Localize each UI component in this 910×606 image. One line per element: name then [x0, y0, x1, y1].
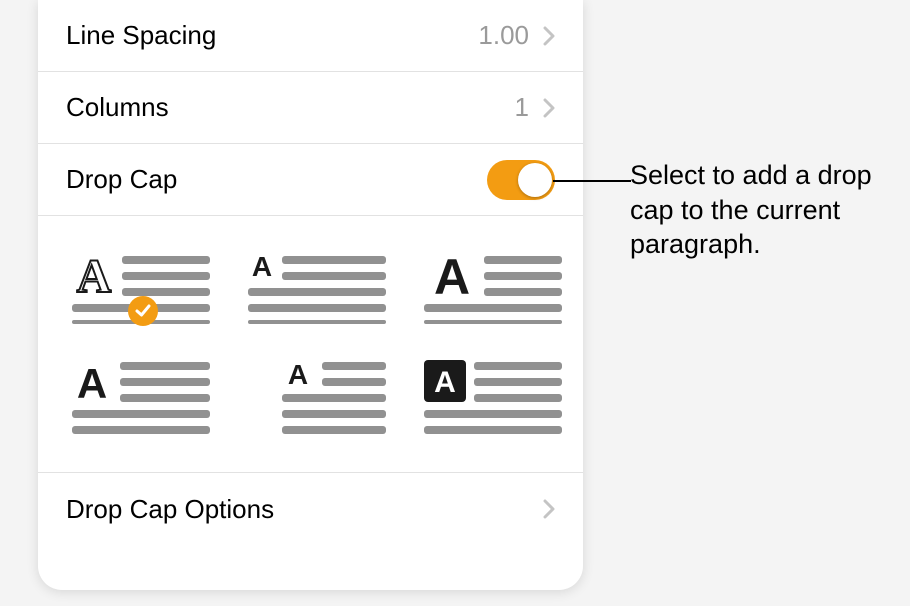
svg-text:A: A	[77, 250, 112, 303]
svg-text:A: A	[434, 249, 470, 305]
drop-cap-row: Drop Cap	[38, 144, 583, 216]
columns-value: 1	[515, 92, 529, 123]
line-spacing-row[interactable]: Line Spacing 1.00	[38, 0, 583, 72]
svg-text:A: A	[77, 360, 107, 407]
chevron-right-icon	[543, 98, 555, 118]
svg-text:A: A	[252, 251, 272, 282]
callout-text: Select to add a drop cap to the current …	[630, 158, 890, 262]
chevron-right-icon	[543, 499, 555, 519]
drop-cap-label: Drop Cap	[66, 164, 177, 195]
format-panel: Line Spacing 1.00 Columns 1 Drop Cap	[38, 0, 583, 590]
dropcap-style-bold-wide[interactable]: A	[424, 246, 564, 324]
line-spacing-label: Line Spacing	[66, 20, 216, 51]
chevron-right-icon	[543, 26, 555, 46]
drop-cap-styles-grid: A A	[38, 216, 583, 473]
checkmark-icon	[128, 296, 158, 326]
columns-label: Columns	[66, 92, 169, 123]
svg-text:A: A	[434, 366, 456, 399]
drop-cap-options-label: Drop Cap Options	[66, 494, 274, 525]
toggle-knob	[518, 163, 552, 197]
drop-cap-options-row[interactable]: Drop Cap Options	[38, 473, 583, 545]
dropcap-style-indented[interactable]: A	[248, 360, 388, 438]
dropcap-style-inverse-box[interactable]: A	[424, 360, 564, 438]
dropcap-style-small-raised[interactable]: A	[248, 246, 388, 324]
dropcap-style-margin[interactable]: A	[72, 360, 212, 438]
callout-leader-line	[553, 180, 631, 182]
columns-row[interactable]: Columns 1	[38, 72, 583, 144]
svg-text:A: A	[288, 360, 308, 390]
line-spacing-value: 1.00	[478, 20, 529, 51]
drop-cap-toggle[interactable]	[487, 160, 555, 200]
dropcap-style-large-left[interactable]: A	[72, 246, 212, 324]
